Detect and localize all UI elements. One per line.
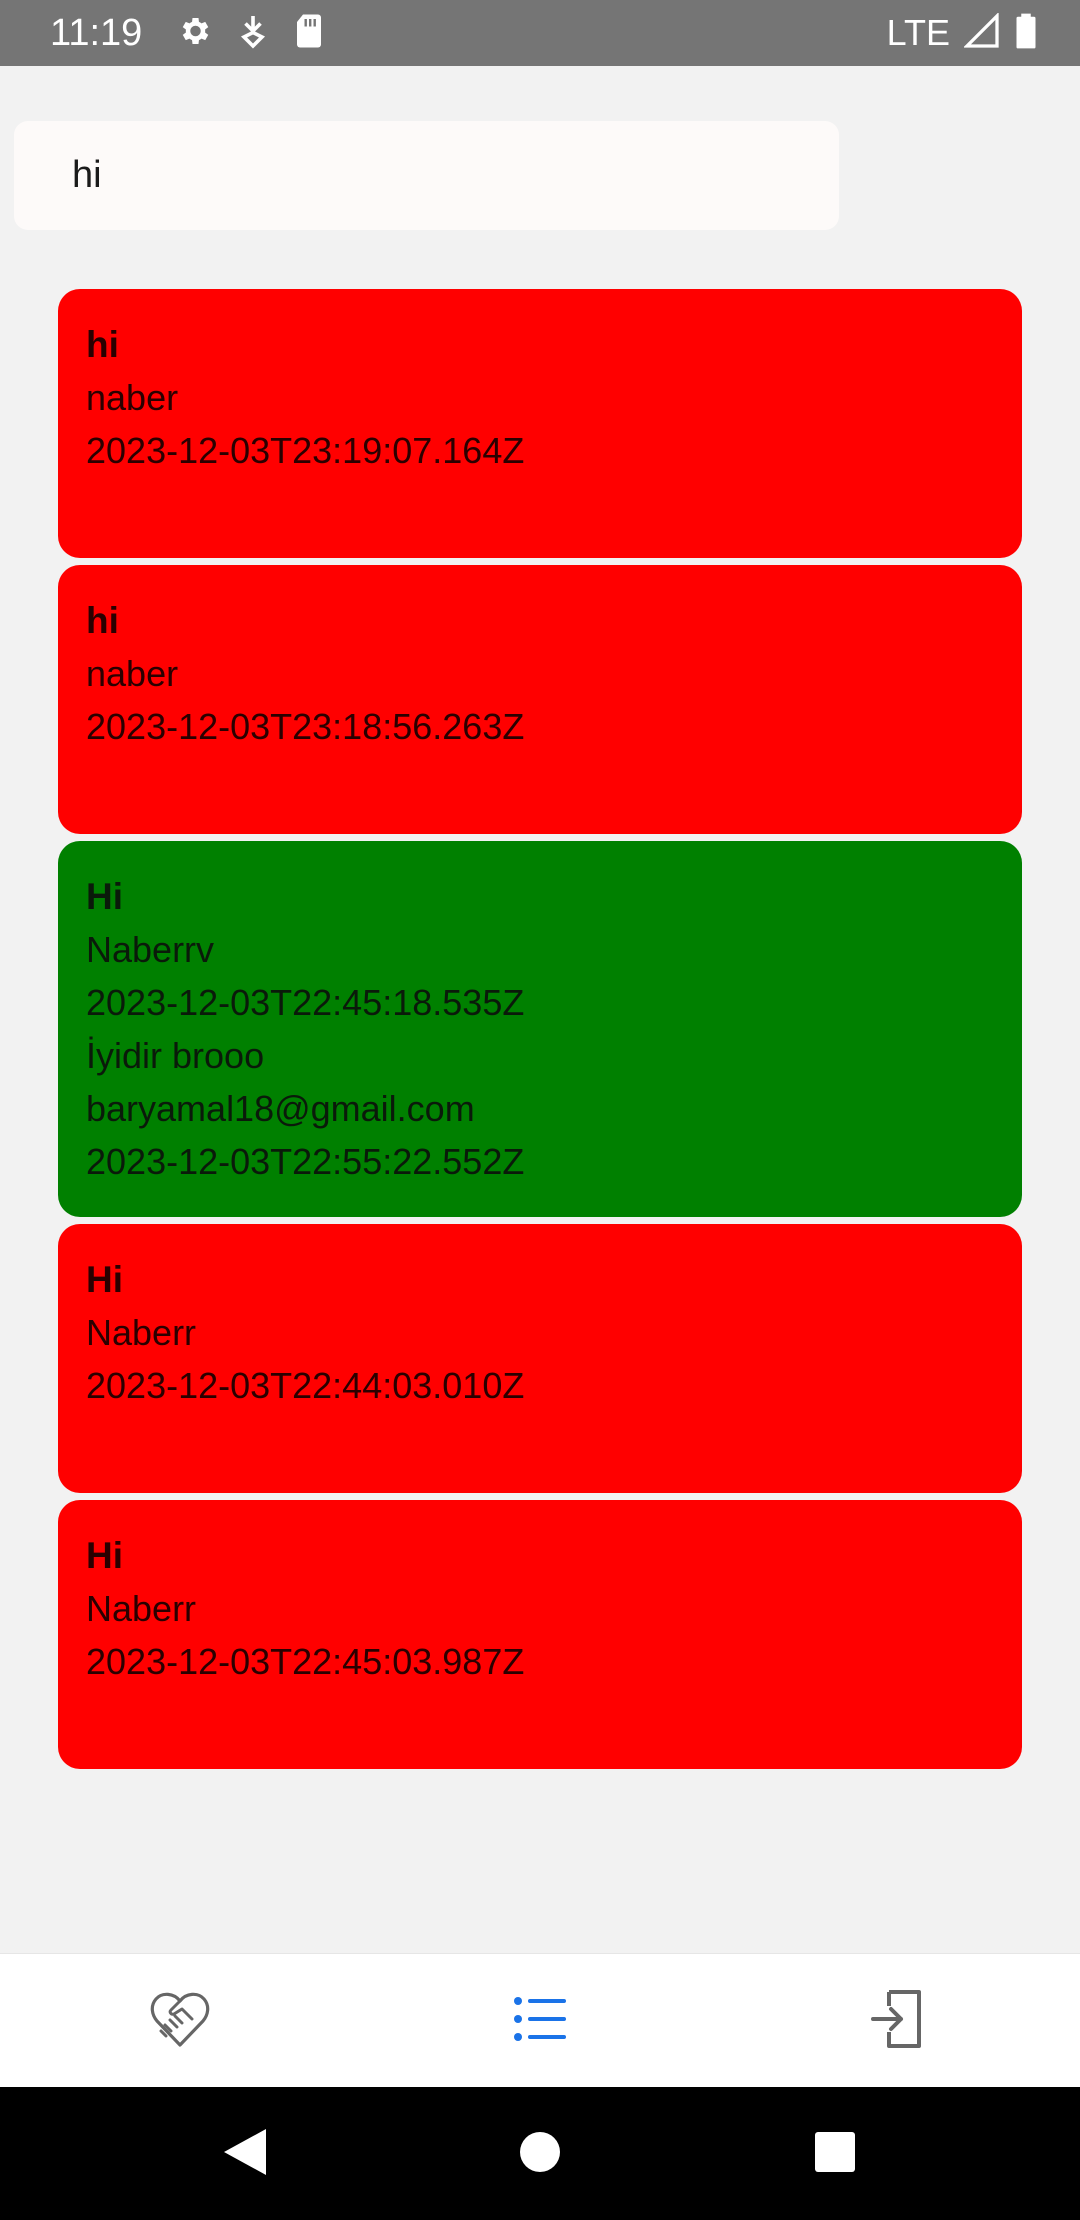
- card-title: Hi: [86, 1535, 123, 1576]
- card-line: İyidir brooo: [86, 1035, 265, 1076]
- tab-handshake[interactable]: [135, 1976, 225, 2066]
- back-button[interactable]: [205, 2114, 285, 2194]
- bottom-tab-bar: [0, 1953, 1080, 2088]
- login-icon: [871, 1988, 923, 2055]
- message-card[interactable]: hi naber 2023-12-03T23:19:07.164Z: [58, 289, 1022, 558]
- status-time: 11:19: [50, 12, 143, 54]
- status-icons-left: [176, 12, 324, 54]
- card-title: hi: [86, 600, 119, 641]
- search-box[interactable]: [14, 121, 839, 230]
- card-line: Naberrv: [86, 929, 215, 970]
- message-card[interactable]: Hi Naberr 2023-12-03T22:45:03.987Z: [58, 1500, 1022, 1769]
- tab-list[interactable]: [495, 1976, 585, 2066]
- home-icon: [518, 2130, 562, 2179]
- card-line: 2023-12-03T22:44:03.010Z: [86, 1365, 525, 1406]
- signal-icon: [963, 11, 1000, 54]
- battery-icon: [1014, 12, 1038, 55]
- card-title: hi: [86, 324, 119, 365]
- home-button[interactable]: [500, 2114, 580, 2194]
- card-line: 2023-12-03T22:45:18.535Z: [86, 982, 525, 1023]
- card-title: Hi: [86, 1259, 123, 1300]
- card-line: 2023-12-03T22:55:22.552Z: [86, 1141, 525, 1182]
- card-line: baryamal18@gmail.com: [86, 1088, 475, 1129]
- status-icons-right: LTE: [887, 10, 1038, 56]
- card-line: Naberr: [86, 1588, 197, 1629]
- card-line: 2023-12-03T23:18:56.263Z: [86, 706, 525, 747]
- message-card[interactable]: hi naber 2023-12-03T23:18:56.263Z: [58, 565, 1022, 834]
- card-line: Naberr: [86, 1312, 197, 1353]
- card-line: naber: [86, 653, 179, 694]
- card-line: naber: [86, 377, 179, 418]
- card-line: 2023-12-03T23:19:07.164Z: [86, 430, 525, 471]
- recents-button[interactable]: [795, 2114, 875, 2194]
- card-title: Hi: [86, 876, 123, 917]
- download-icon: [238, 13, 268, 54]
- card-line: 2023-12-03T22:45:03.987Z: [86, 1641, 525, 1682]
- message-card[interactable]: Hi Naberr 2023-12-03T22:44:03.010Z: [58, 1224, 1022, 1493]
- recents-icon: [814, 2131, 856, 2178]
- settings-icon: [176, 13, 212, 54]
- message-card[interactable]: Hi Naberrv 2023-12-03T22:45:18.535Z İyidir …: [58, 841, 1022, 1217]
- tab-login[interactable]: [852, 1976, 942, 2066]
- system-nav-bar: [0, 2087, 1080, 2220]
- sd-card-icon: [294, 13, 324, 54]
- message-list: hi naber 2023-12-03T23:19:07.164Z hi naber 20…: [58, 289, 1022, 1776]
- search-input[interactable]: [72, 145, 792, 205]
- network-type: LTE: [886, 12, 950, 53]
- handshake-icon: [147, 1989, 213, 2054]
- status-bar: 11:19 LTE: [0, 0, 1080, 66]
- list-icon: [512, 1994, 568, 2049]
- back-icon: [222, 2127, 268, 2182]
